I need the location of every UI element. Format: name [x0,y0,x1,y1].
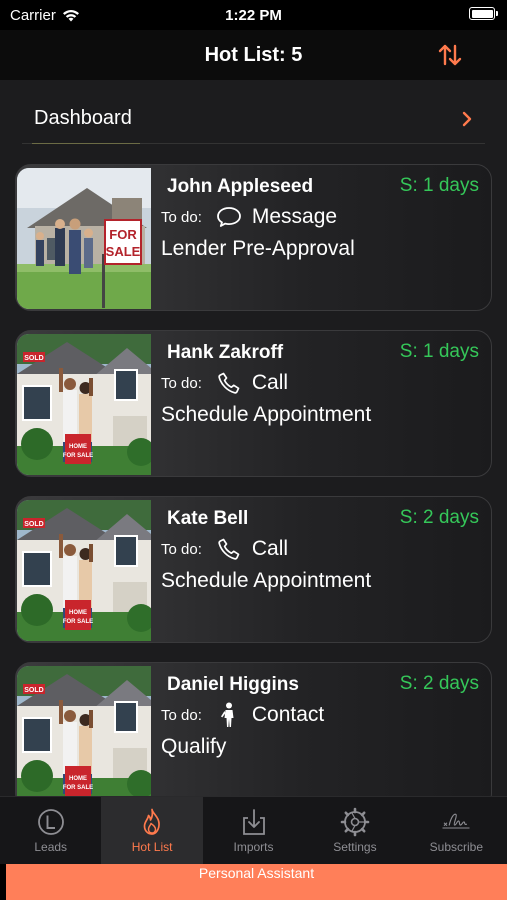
tab-label: Imports [233,840,274,854]
sold-house-photo: SOLD HOME FOR SALE [17,334,151,475]
todo-label: To do: [161,706,202,724]
tab-label: Settings [333,840,377,854]
sort-arrows-icon[interactable] [435,40,465,70]
todo-action: Message [251,205,338,228]
todo-row: To do: Call [161,371,288,395]
stage-duration: S: 1 days [399,341,479,362]
lead-card[interactable]: SOLD HOME FOR SALE Hank Zakroff S: 1 day… [15,330,492,477]
lead-card[interactable]: SOLD HOME FOR SALE Daniel Higgins S: 2 d… [15,662,492,796]
tab-bar: Leads Hot List Imports Settings Subscrib… [0,796,507,864]
todo-action: Call [251,537,289,560]
stage-duration: S: 1 days [399,175,479,196]
personal-assistant-button[interactable]: Personal Assistant [6,864,507,900]
carrier-label: Carrier [10,6,56,24]
todo-action: Call [251,371,289,394]
battery-icon [469,7,498,20]
svg-text:SOLD: SOLD [24,355,43,362]
svg-text:SALE: SALE [106,244,141,259]
svg-text:FOR SALE: FOR SALE [63,453,93,459]
tab-label: Subscribe [429,840,484,854]
sold-house-photo: SOLD HOME FOR SALE [17,500,151,641]
tab-imports[interactable]: Imports [203,797,304,864]
phone-icon [216,537,242,561]
todo-row: To do: Contact [161,702,325,727]
status-bar: Carrier 1:22 PM [0,0,507,30]
navigation-bar: Hot List: 5 [0,30,507,80]
task-label: Lender Pre-Approval [161,237,355,260]
hot-list-content: Dashboard FOR SALE John Appleseed S: 1 d… [0,80,507,796]
svg-text:FOR SALE: FOR SALE [63,785,93,791]
todo-label: To do: [161,208,202,226]
family-for-sale-photo: FOR SALE [17,168,151,309]
person-icon [216,702,242,727]
task-label: Qualify [161,735,227,758]
tab-label: Leads [34,840,68,854]
todo-label: To do: [161,374,202,392]
task-label: Schedule Appointment [161,403,372,426]
svg-text:FOR SALE: FOR SALE [63,619,93,625]
wifi-icon [62,9,79,21]
todo-row: To do: Call [161,537,288,561]
lead-name: Kate Bell [167,508,249,529]
svg-text:HOME: HOME [69,776,87,782]
carrier-group: Carrier [10,7,80,24]
task-label: Schedule Appointment [161,569,372,592]
svg-text:HOME: HOME [69,444,87,450]
flame-icon [143,808,160,835]
stage-duration: S: 2 days [399,673,479,694]
page-title: Hot List: 5 [204,43,303,66]
leads-circle-icon [37,809,64,835]
import-tray-icon [242,809,265,835]
lead-name: John Appleseed [167,176,314,197]
tab-hot-list[interactable]: Hot List [101,797,203,864]
todo-action: Contact [251,703,325,726]
lead-name: Daniel Higgins [167,674,299,695]
tab-subscribe[interactable]: Subscribe [406,797,507,864]
svg-text:SOLD: SOLD [24,687,43,694]
tab-label: Hot List [131,840,173,854]
phone-icon [216,371,242,395]
lead-name: Hank Zakroff [167,342,284,363]
gear-icon [340,807,370,837]
tab-leads[interactable]: Leads [0,797,101,864]
lead-card[interactable]: SOLD HOME FOR SALE Kate Bell S: 2 days T… [15,496,492,643]
chevron-right-icon [462,111,472,126]
sold-house-photo: SOLD HOME FOR SALE [17,666,151,796]
personal-assistant-label: Personal Assistant [198,865,315,881]
svg-text:SOLD: SOLD [24,521,43,528]
dashboard-row[interactable]: Dashboard [22,94,485,144]
dashboard-label: Dashboard [34,107,132,129]
lead-card[interactable]: FOR SALE John Appleseed S: 1 days To do:… [15,164,492,311]
tab-settings[interactable]: Settings [304,797,405,864]
todo-label: To do: [161,540,202,558]
todo-row: To do: Message [161,205,337,229]
signature-icon [442,813,470,829]
message-bubble-icon [216,205,242,229]
svg-text:HOME: HOME [69,610,87,616]
svg-text:FOR: FOR [109,227,137,242]
stage-duration: S: 2 days [399,507,479,528]
